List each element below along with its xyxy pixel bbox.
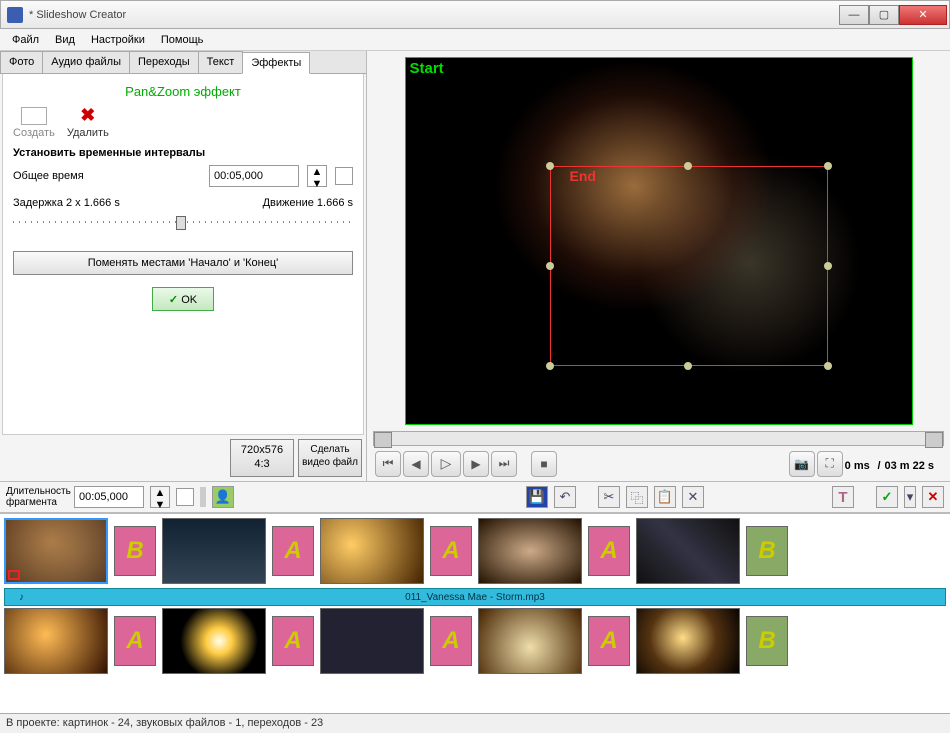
- titlebar: * Slideshow Creator — ▢ ✕: [0, 0, 950, 29]
- fragment-label: Длительность фрагмента: [6, 486, 68, 508]
- ok-button[interactable]: OK: [152, 287, 214, 311]
- copy-button[interactable]: ⿻: [626, 486, 648, 508]
- delete-button[interactable]: ✖ Удалить: [67, 107, 109, 139]
- menu-view[interactable]: Вид: [47, 31, 83, 49]
- preview-scrollbar[interactable]: [373, 431, 944, 446]
- menubar: Файл Вид Настройки Помощь: [0, 29, 950, 51]
- time-spinner[interactable]: ▲▼: [307, 165, 327, 187]
- total-time-input[interactable]: [209, 165, 299, 187]
- swap-button[interactable]: Поменять местами 'Начало' и 'Конец': [13, 251, 353, 275]
- undo-button[interactable]: ↶: [554, 486, 576, 508]
- close-button[interactable]: ✕: [899, 5, 947, 25]
- time-checkbox[interactable]: [335, 167, 353, 185]
- timeline-thumb[interactable]: [4, 608, 108, 674]
- timeline-thumb[interactable]: [636, 608, 740, 674]
- handle[interactable]: [546, 262, 554, 270]
- transition[interactable]: A: [588, 616, 630, 666]
- apply-dropdown[interactable]: ▾: [904, 486, 916, 508]
- menu-help[interactable]: Помощь: [153, 31, 212, 49]
- transition[interactable]: A: [588, 526, 630, 576]
- save-button[interactable]: 💾: [526, 486, 548, 508]
- transition[interactable]: B: [746, 616, 788, 666]
- timeline-thumb[interactable]: [162, 608, 266, 674]
- prev-button[interactable]: ◀: [403, 451, 429, 477]
- preview-canvas[interactable]: Start End: [405, 57, 913, 425]
- maximize-button[interactable]: ▢: [869, 5, 899, 25]
- handle[interactable]: [824, 162, 832, 170]
- first-button[interactable]: ⏮: [375, 451, 401, 477]
- fullscreen-button[interactable]: ⛶: [817, 451, 843, 477]
- tab-text[interactable]: Текст: [198, 51, 244, 73]
- handle[interactable]: [824, 262, 832, 270]
- person-button[interactable]: 👤: [212, 486, 234, 508]
- status-bar: В проекте: картинок - 24, звуковых файло…: [0, 713, 950, 733]
- timeline-thumb[interactable]: [478, 608, 582, 674]
- preview-pane: Start End ⏮ ◀ ▷ ▶ ⏭ ■ 📷 ⛶: [367, 51, 950, 481]
- total-time-label: Общее время: [13, 170, 201, 182]
- rect-icon: [21, 107, 47, 125]
- end-label: End: [570, 168, 596, 184]
- delay-motion-slider[interactable]: [13, 213, 353, 231]
- tabs: Фото Аудио файлы Переходы Текст Эффекты: [0, 51, 366, 74]
- motion-label: Движение 1.666 s: [263, 197, 353, 209]
- panzoom-title: Pan&Zoom эффект: [13, 84, 353, 99]
- playback-bar: ⏮ ◀ ▷ ▶ ⏭ ■ 📷 ⛶ 0 ms / 03 m 22 s: [367, 446, 950, 481]
- timeline-thumb[interactable]: [478, 518, 582, 584]
- menu-file[interactable]: Файл: [4, 31, 47, 49]
- transition[interactable]: A: [272, 526, 314, 576]
- transition[interactable]: A: [430, 526, 472, 576]
- snapshot-button[interactable]: 📷: [789, 451, 815, 477]
- tab-effects[interactable]: Эффекты: [242, 52, 310, 74]
- timeline-thumb[interactable]: [4, 518, 108, 584]
- fragment-spinner[interactable]: ▲▼: [150, 486, 170, 508]
- timeline[interactable]: B A A A B 011_Vanessa Mae - Storm.mp3 A …: [0, 513, 950, 713]
- handle[interactable]: [824, 362, 832, 370]
- start-label: Start: [410, 60, 444, 77]
- menu-settings[interactable]: Настройки: [83, 31, 153, 49]
- transition[interactable]: A: [114, 616, 156, 666]
- fragment-bar: Длительность фрагмента ▲▼ 👤 💾 ↶ ✂ ⿻ 📋 ✕ …: [0, 481, 950, 513]
- timeline-thumb[interactable]: [162, 518, 266, 584]
- timeline-thumb[interactable]: [320, 608, 424, 674]
- app-icon: [7, 7, 23, 23]
- timeline-thumb[interactable]: [636, 518, 740, 584]
- transition[interactable]: A: [430, 616, 472, 666]
- intervals-header: Установить временные интервалы: [13, 147, 353, 159]
- remove-button[interactable]: ✕: [682, 486, 704, 508]
- last-button[interactable]: ⏭: [491, 451, 517, 477]
- stop-button[interactable]: ■: [531, 451, 557, 477]
- fragment-input[interactable]: [74, 486, 144, 508]
- tab-transitions[interactable]: Переходы: [129, 51, 199, 73]
- cancel-button[interactable]: ✕: [922, 486, 944, 508]
- play-button[interactable]: ▷: [431, 451, 461, 477]
- resolution-button[interactable]: 720x5764:3: [230, 439, 294, 477]
- text-tool-button[interactable]: T: [832, 486, 854, 508]
- create-button: Создать: [13, 107, 55, 139]
- handle[interactable]: [684, 362, 692, 370]
- timeline-thumb[interactable]: [320, 518, 424, 584]
- paste-button[interactable]: 📋: [654, 486, 676, 508]
- apply-button[interactable]: ✓: [876, 486, 898, 508]
- left-panel: Фото Аудио файлы Переходы Текст Эффекты …: [0, 51, 367, 481]
- transition[interactable]: A: [272, 616, 314, 666]
- delay-label: Задержка 2 x 1.666 s: [13, 197, 120, 209]
- end-frame[interactable]: [550, 166, 828, 366]
- delete-icon: ✖: [75, 107, 101, 125]
- minimize-button[interactable]: —: [839, 5, 869, 25]
- cut-button[interactable]: ✂: [598, 486, 620, 508]
- window-title: * Slideshow Creator: [29, 9, 839, 21]
- next-button[interactable]: ▶: [463, 451, 489, 477]
- time-display: 0 ms / 03 m 22 s: [845, 456, 942, 472]
- transition[interactable]: B: [114, 526, 156, 576]
- handle[interactable]: [546, 162, 554, 170]
- make-video-button[interactable]: Сделать видео файл: [298, 439, 362, 477]
- handle[interactable]: [684, 162, 692, 170]
- tab-photo[interactable]: Фото: [0, 51, 43, 73]
- handle[interactable]: [546, 362, 554, 370]
- audio-track[interactable]: 011_Vanessa Mae - Storm.mp3: [4, 588, 946, 606]
- transition[interactable]: B: [746, 526, 788, 576]
- fragment-checkbox[interactable]: [176, 488, 194, 506]
- tab-audio[interactable]: Аудио файлы: [42, 51, 130, 73]
